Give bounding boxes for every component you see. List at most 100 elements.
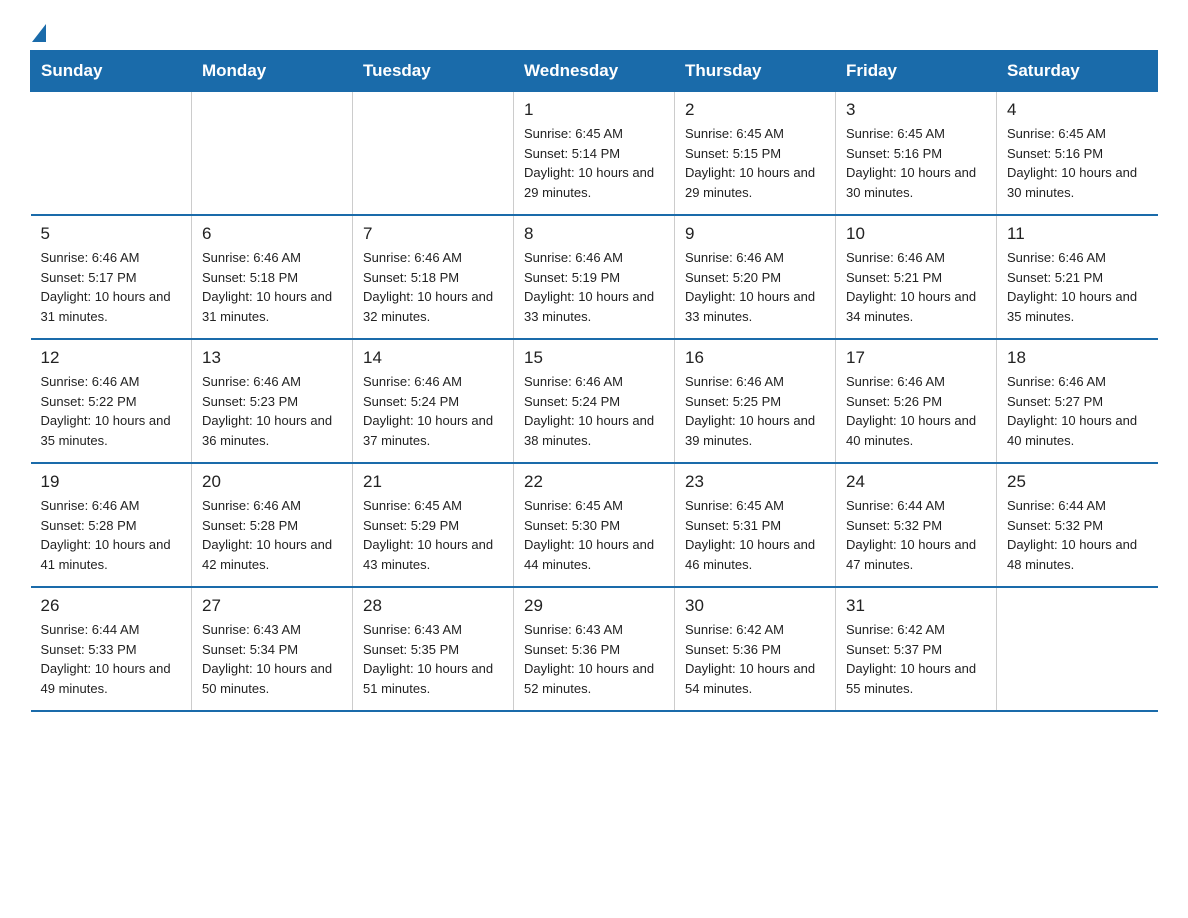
- day-number: 6: [202, 224, 342, 244]
- day-info: Sunrise: 6:45 AM Sunset: 5:30 PM Dayligh…: [524, 496, 664, 574]
- day-number: 11: [1007, 224, 1148, 244]
- weekday-saturday: Saturday: [997, 51, 1158, 92]
- weekday-monday: Monday: [192, 51, 353, 92]
- day-cell: [997, 587, 1158, 711]
- day-cell: 21Sunrise: 6:45 AM Sunset: 5:29 PM Dayli…: [353, 463, 514, 587]
- day-cell: 10Sunrise: 6:46 AM Sunset: 5:21 PM Dayli…: [836, 215, 997, 339]
- day-cell: 20 Sunrise: 6:46 AM Sunset: 5:28 PM Dayli…: [192, 463, 353, 587]
- day-info: Sunrise: 6:43 AM Sunset: 5:36 PM Dayligh…: [524, 620, 664, 698]
- day-info: Sunrise: 6:46 AM Sunset: 5:19 PM Dayligh…: [524, 248, 664, 326]
- day-number: 23: [685, 472, 825, 492]
- day-cell: 3 Sunrise: 6:45 AM Sunset: 5:16 PM Daylig…: [836, 92, 997, 216]
- week-row-3: 12 Sunrise: 6:46 AM Sunset: 5:22 PM Dayli…: [31, 339, 1158, 463]
- day-number: 5: [41, 224, 182, 244]
- day-info: Sunrise: 6:43 AM Sunset: 5:34 PM Dayligh…: [202, 620, 342, 698]
- weekday-thursday: Thursday: [675, 51, 836, 92]
- day-number: 1: [524, 100, 664, 120]
- day-number: 2: [685, 100, 825, 120]
- calendar-body: 1 Sunrise: 6:45 AM Sunset: 5:14 PM Daylig…: [31, 92, 1158, 712]
- day-cell: 24 Sunrise: 6:44 AM Sunset: 5:32 PM Dayli…: [836, 463, 997, 587]
- day-info: Sunrise: 6:46 AM Sunset: 5:20 PM Dayligh…: [685, 248, 825, 326]
- day-number: 31: [846, 596, 986, 616]
- day-number: 27: [202, 596, 342, 616]
- day-info: Sunrise: 6:46 AM Sunset: 5:17 PM Dayligh…: [41, 248, 182, 326]
- week-row-4: 19 Sunrise: 6:46 AM Sunset: 5:28 PM Dayli…: [31, 463, 1158, 587]
- day-number: 16: [685, 348, 825, 368]
- day-cell: 12 Sunrise: 6:46 AM Sunset: 5:22 PM Dayli…: [31, 339, 192, 463]
- day-cell: 18 Sunrise: 6:46 AM Sunset: 5:27 PM Dayli…: [997, 339, 1158, 463]
- day-number: 19: [41, 472, 182, 492]
- day-info: Sunrise: 6:46 AM Sunset: 5:22 PM Dayligh…: [41, 372, 182, 450]
- day-info: Sunrise: 6:43 AM Sunset: 5:35 PM Dayligh…: [363, 620, 503, 698]
- weekday-sunday: Sunday: [31, 51, 192, 92]
- day-cell: 31 Sunrise: 6:42 AM Sunset: 5:37 PM Dayli…: [836, 587, 997, 711]
- week-row-1: 1 Sunrise: 6:45 AM Sunset: 5:14 PM Daylig…: [31, 92, 1158, 216]
- day-info: Sunrise: 6:46 AM Sunset: 5:26 PM Dayligh…: [846, 372, 986, 450]
- day-number: 29: [524, 596, 664, 616]
- day-info: Sunrise: 6:46 AM Sunset: 5:18 PM Dayligh…: [363, 248, 503, 326]
- day-cell: 25 Sunrise: 6:44 AM Sunset: 5:32 PM Dayli…: [997, 463, 1158, 587]
- week-row-2: 5 Sunrise: 6:46 AM Sunset: 5:17 PM Daylig…: [31, 215, 1158, 339]
- day-cell: 9 Sunrise: 6:46 AM Sunset: 5:20 PM Daylig…: [675, 215, 836, 339]
- day-cell: 14 Sunrise: 6:46 AM Sunset: 5:24 PM Dayli…: [353, 339, 514, 463]
- day-cell: 29 Sunrise: 6:43 AM Sunset: 5:36 PM Dayli…: [514, 587, 675, 711]
- day-info: Sunrise: 6:46 AM Sunset: 5:24 PM Dayligh…: [363, 372, 503, 450]
- day-number: 3: [846, 100, 986, 120]
- day-cell: 8 Sunrise: 6:46 AM Sunset: 5:19 PM Daylig…: [514, 215, 675, 339]
- day-number: 8: [524, 224, 664, 244]
- day-cell: 23 Sunrise: 6:45 AM Sunset: 5:31 PM Dayli…: [675, 463, 836, 587]
- day-number: 13: [202, 348, 342, 368]
- weekday-friday: Friday: [836, 51, 997, 92]
- day-number: 15: [524, 348, 664, 368]
- day-cell: 2Sunrise: 6:45 AM Sunset: 5:15 PM Daylig…: [675, 92, 836, 216]
- day-info: Sunrise: 6:46 AM Sunset: 5:28 PM Dayligh…: [202, 496, 342, 574]
- day-info: Sunrise: 6:46 AM Sunset: 5:25 PM Dayligh…: [685, 372, 825, 450]
- day-info: Sunrise: 6:46 AM Sunset: 5:18 PM Dayligh…: [202, 248, 342, 326]
- day-cell: 17Sunrise: 6:46 AM Sunset: 5:26 PM Dayli…: [836, 339, 997, 463]
- day-number: 21: [363, 472, 503, 492]
- day-number: 24: [846, 472, 986, 492]
- weekday-wednesday: Wednesday: [514, 51, 675, 92]
- day-cell: 4Sunrise: 6:45 AM Sunset: 5:16 PM Daylig…: [997, 92, 1158, 216]
- day-cell: 15 Sunrise: 6:46 AM Sunset: 5:24 PM Dayli…: [514, 339, 675, 463]
- page-header: [30, 20, 1158, 40]
- day-number: 12: [41, 348, 182, 368]
- logo-arrow-icon: [32, 24, 46, 42]
- day-number: 25: [1007, 472, 1148, 492]
- day-info: Sunrise: 6:42 AM Sunset: 5:37 PM Dayligh…: [846, 620, 986, 698]
- day-number: 30: [685, 596, 825, 616]
- day-info: Sunrise: 6:44 AM Sunset: 5:32 PM Dayligh…: [1007, 496, 1148, 574]
- day-number: 18: [1007, 348, 1148, 368]
- day-info: Sunrise: 6:45 AM Sunset: 5:31 PM Dayligh…: [685, 496, 825, 574]
- weekday-tuesday: Tuesday: [353, 51, 514, 92]
- day-info: Sunrise: 6:46 AM Sunset: 5:28 PM Dayligh…: [41, 496, 182, 574]
- day-cell: 11 Sunrise: 6:46 AM Sunset: 5:21 PM Dayli…: [997, 215, 1158, 339]
- day-info: Sunrise: 6:42 AM Sunset: 5:36 PM Dayligh…: [685, 620, 825, 698]
- day-cell: 27 Sunrise: 6:43 AM Sunset: 5:34 PM Dayli…: [192, 587, 353, 711]
- day-info: Sunrise: 6:45 AM Sunset: 5:16 PM Dayligh…: [846, 124, 986, 202]
- day-cell: 5 Sunrise: 6:46 AM Sunset: 5:17 PM Daylig…: [31, 215, 192, 339]
- day-info: Sunrise: 6:46 AM Sunset: 5:24 PM Dayligh…: [524, 372, 664, 450]
- calendar-table: SundayMondayTuesdayWednesdayThursdayFrid…: [30, 50, 1158, 712]
- day-number: 9: [685, 224, 825, 244]
- day-cell: [353, 92, 514, 216]
- day-number: 22: [524, 472, 664, 492]
- day-cell: 19 Sunrise: 6:46 AM Sunset: 5:28 PM Dayli…: [31, 463, 192, 587]
- day-cell: [192, 92, 353, 216]
- day-info: Sunrise: 6:46 AM Sunset: 5:23 PM Dayligh…: [202, 372, 342, 450]
- day-info: Sunrise: 6:46 AM Sunset: 5:27 PM Dayligh…: [1007, 372, 1148, 450]
- day-cell: 7 Sunrise: 6:46 AM Sunset: 5:18 PM Daylig…: [353, 215, 514, 339]
- day-number: 7: [363, 224, 503, 244]
- day-number: 26: [41, 596, 182, 616]
- day-number: 14: [363, 348, 503, 368]
- day-cell: [31, 92, 192, 216]
- day-info: Sunrise: 6:46 AM Sunset: 5:21 PM Dayligh…: [1007, 248, 1148, 326]
- day-cell: 26Sunrise: 6:44 AM Sunset: 5:33 PM Dayli…: [31, 587, 192, 711]
- day-number: 28: [363, 596, 503, 616]
- day-info: Sunrise: 6:44 AM Sunset: 5:32 PM Dayligh…: [846, 496, 986, 574]
- day-number: 20: [202, 472, 342, 492]
- day-cell: 6 Sunrise: 6:46 AM Sunset: 5:18 PM Daylig…: [192, 215, 353, 339]
- calendar-header: SundayMondayTuesdayWednesdayThursdayFrid…: [31, 51, 1158, 92]
- day-cell: 13 Sunrise: 6:46 AM Sunset: 5:23 PM Dayli…: [192, 339, 353, 463]
- day-info: Sunrise: 6:45 AM Sunset: 5:14 PM Dayligh…: [524, 124, 664, 202]
